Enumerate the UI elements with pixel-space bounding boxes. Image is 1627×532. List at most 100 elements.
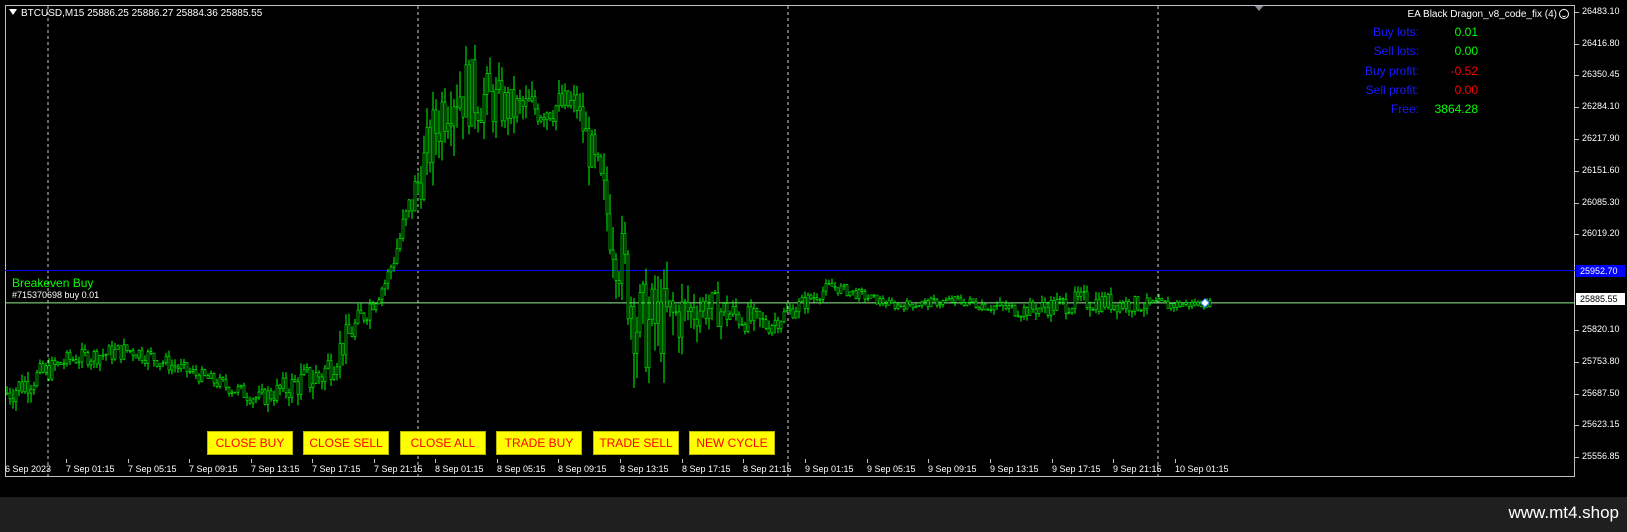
candle-body	[236, 386, 240, 393]
candle-body	[797, 301, 801, 313]
ea-name: EA Black Dragon_v8_code_fix (4)	[1407, 9, 1557, 20]
candle-body	[83, 348, 87, 353]
candle-body	[908, 300, 912, 306]
candle-body	[362, 312, 366, 321]
candle-body	[527, 98, 531, 102]
candle-body	[275, 384, 279, 401]
price-axis[interactable]: 26483.10 26416.80 26350.45 26284.10 2621…	[1575, 0, 1627, 497]
candle-body	[518, 98, 522, 102]
time-tick: 8 Sep 21:15	[743, 459, 792, 474]
candle-body	[809, 294, 813, 300]
candle-body	[1067, 312, 1071, 315]
candle-body	[698, 310, 702, 327]
time-tick: 9 Sep 17:15	[1052, 459, 1101, 474]
candle-body	[467, 64, 471, 127]
candle-body	[761, 318, 765, 321]
candle-body	[296, 381, 300, 395]
candle-body	[1145, 297, 1149, 310]
candle-body	[938, 304, 942, 307]
candle-body	[1013, 304, 1017, 317]
candle-body	[149, 351, 153, 354]
candle-body	[1040, 302, 1044, 309]
candle-body	[878, 298, 882, 305]
candle-body	[614, 258, 618, 281]
candle-body	[434, 109, 438, 134]
candle-body	[458, 96, 462, 109]
candle-body	[551, 118, 555, 122]
close-sell-button[interactable]: CLOSE SELL	[303, 431, 389, 455]
candle-body	[671, 300, 675, 313]
candle-body	[905, 300, 909, 310]
trade-sell-button[interactable]: TRADE SELL	[593, 431, 679, 455]
candle-body	[746, 306, 750, 332]
close-buy-button[interactable]: CLOSE BUY	[207, 431, 293, 455]
chart-window[interactable]: BTCUSD,M15 25886.25 25886.27 25884.36 25…	[0, 0, 1627, 497]
candle-body	[842, 284, 846, 287]
candle-body	[278, 384, 282, 389]
candle-body	[1109, 293, 1113, 310]
candle-body	[245, 397, 249, 401]
candle-body	[545, 112, 549, 121]
candle-body	[179, 364, 183, 370]
candle-body	[713, 292, 717, 294]
candle-body	[17, 381, 21, 391]
candle-body	[911, 304, 915, 309]
close-all-button[interactable]: CLOSE ALL	[400, 431, 486, 455]
candle-body	[725, 303, 729, 320]
candle-body	[95, 351, 99, 365]
candle-body	[605, 179, 609, 215]
info-value-sell-profit: 0.00	[1454, 83, 1478, 97]
candle-body	[272, 398, 276, 401]
candle-body	[212, 373, 216, 384]
symbol-header[interactable]: BTCUSD,M15 25886.25 25886.27 25884.36 25…	[9, 8, 262, 19]
candle-body	[701, 300, 705, 312]
candle-body	[920, 301, 924, 306]
time-tick: 8 Sep 01:15	[435, 459, 484, 474]
new-cycle-button[interactable]: NEW CYCLE	[689, 431, 775, 455]
candle-body	[1076, 291, 1080, 297]
dropdown-triangle-icon[interactable]	[9, 9, 17, 15]
candle-body	[158, 363, 162, 367]
candle-body	[122, 344, 126, 360]
candle-body	[128, 349, 132, 352]
candle-body	[410, 199, 414, 212]
candle-body	[176, 366, 180, 370]
candle-body	[584, 128, 588, 132]
candle-body	[515, 98, 519, 118]
candle-body	[677, 311, 681, 338]
candle-body	[203, 369, 207, 376]
candle-body	[68, 352, 72, 360]
candle-body	[632, 305, 636, 354]
candle-body	[182, 362, 186, 365]
candle-body	[218, 377, 222, 387]
candle-body	[506, 92, 510, 119]
candle-body	[1037, 307, 1041, 314]
candle-body	[569, 100, 573, 107]
candle-body	[140, 349, 144, 361]
candle-body	[944, 299, 948, 302]
candle-body	[983, 303, 987, 311]
candle-body	[833, 285, 837, 289]
candle-body	[689, 306, 693, 312]
candle-body	[1085, 290, 1089, 309]
candle-body	[740, 323, 744, 326]
candle-body	[1010, 304, 1014, 307]
candle-body	[1118, 302, 1122, 313]
candle-body	[872, 294, 876, 297]
candle-body	[653, 288, 657, 324]
candle-body	[431, 109, 435, 164]
trade-buy-button[interactable]: TRADE BUY	[496, 431, 582, 455]
smiley-face-icon[interactable]	[1559, 9, 1569, 19]
candle-body	[530, 96, 534, 102]
candle-body	[893, 302, 897, 309]
candle-body	[554, 105, 558, 122]
info-label-buy-lots: Buy lots:	[1372, 25, 1419, 39]
candle-body	[749, 306, 753, 322]
candle-body	[1058, 298, 1062, 300]
candle-body	[71, 359, 75, 361]
candle-body	[404, 210, 408, 220]
candle-body	[803, 297, 807, 309]
candle-body	[899, 304, 903, 307]
candle-body	[209, 373, 213, 379]
candle-body	[710, 292, 714, 309]
